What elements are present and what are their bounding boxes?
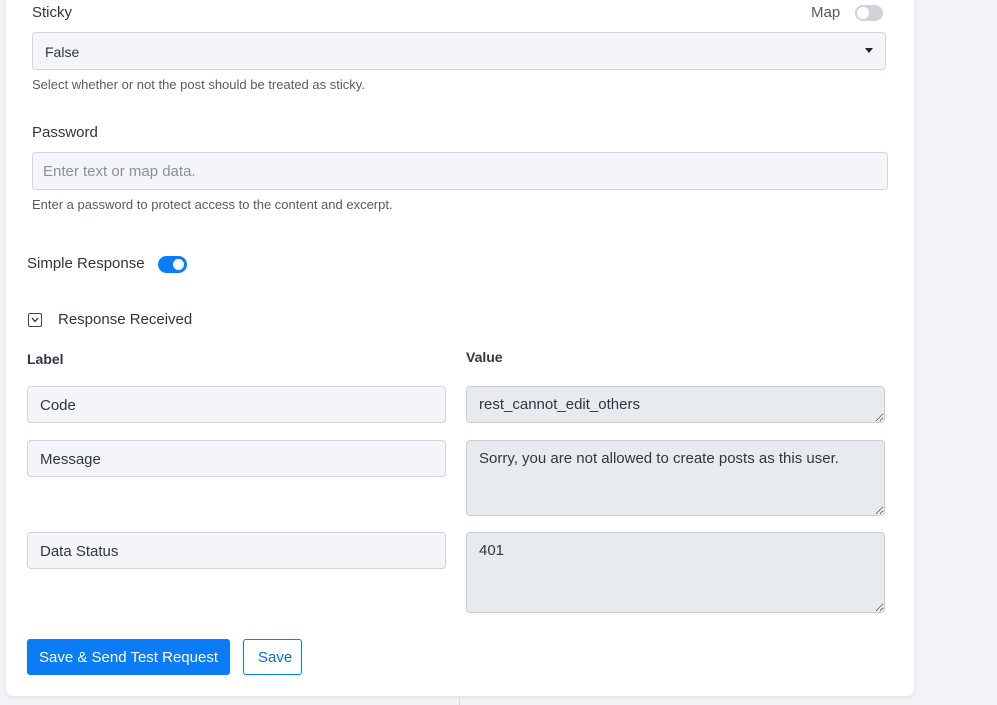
sticky-selected-value: False: [45, 44, 80, 60]
response-label-text: Code: [40, 397, 76, 414]
divider: [459, 697, 460, 705]
password-input[interactable]: [32, 152, 888, 190]
response-value-field[interactable]: Sorry, you are not allowed to create pos…: [466, 440, 885, 516]
sticky-help: Select whether or not the post should be…: [32, 77, 365, 92]
map-toggle[interactable]: [855, 5, 883, 21]
sticky-label: Sticky: [32, 4, 73, 21]
save-and-send-button[interactable]: Save & Send Test Request: [27, 639, 230, 675]
value-column-header: Value: [466, 349, 503, 365]
label-column-header: Label: [27, 351, 64, 367]
response-label-field[interactable]: Data Status: [27, 532, 446, 569]
password-help: Enter a password to protect access to th…: [32, 197, 393, 212]
response-label-field[interactable]: Message: [27, 440, 446, 477]
simple-response-toggle[interactable]: [158, 256, 187, 273]
response-label-field[interactable]: Code: [27, 386, 446, 423]
save-button[interactable]: Save: [243, 639, 302, 675]
response-value-field[interactable]: 401: [466, 532, 885, 613]
collapse-toggle[interactable]: [28, 313, 42, 327]
sticky-select[interactable]: False: [32, 32, 886, 70]
chevron-down-icon: [31, 317, 39, 323]
password-label: Password: [32, 124, 98, 141]
map-label: Map: [811, 4, 841, 21]
simple-response-label: Simple Response: [27, 255, 145, 272]
response-value-field[interactable]: rest_cannot_edit_others: [466, 386, 885, 423]
response-received-title: Response Received: [58, 311, 193, 328]
caret-down-icon: [865, 48, 873, 53]
toggle-knob: [173, 259, 184, 270]
toggle-knob: [857, 7, 869, 19]
response-label-text: Message: [40, 451, 101, 468]
response-label-text: Data Status: [40, 543, 119, 560]
